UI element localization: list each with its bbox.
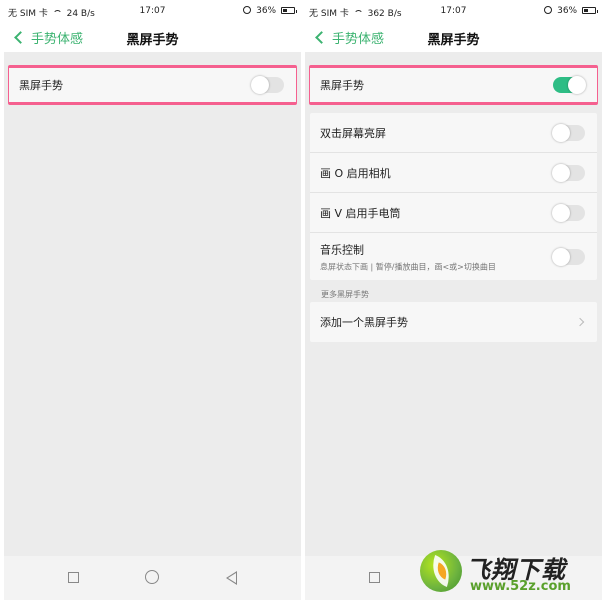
list-item-draw-v-flashlight[interactable]: 画 V 启用手电筒 [310, 193, 597, 233]
back-triangle-icon[interactable] [226, 571, 237, 585]
add-gesture-label: 添加一个黑屏手势 [320, 316, 408, 329]
list-item-double-tap-wake[interactable]: 双击屏幕亮屏 [310, 113, 597, 153]
draw-v-flashlight-switch[interactable] [552, 203, 585, 222]
site-watermark: 飞翔下载 www.52z.com [418, 548, 598, 596]
page-title: 黑屏手势 [427, 33, 480, 48]
battery-percent: 36% [256, 6, 277, 16]
status-bar: 无 SIM 卡 362 B/s 17:07 36% [305, 0, 602, 22]
leaf-logo-icon [420, 550, 462, 592]
gesture-description: 息屏状态下画 | 暂停/播放曲目，画<或>切换曲目 [320, 262, 496, 271]
location-icon [544, 6, 553, 14]
gesture-label: 画 V 启用手电筒 [320, 206, 401, 220]
battery-icon [281, 7, 297, 14]
battery-icon [582, 7, 598, 14]
recents-square-icon[interactable] [369, 572, 380, 583]
watermark-url: www.52z.com [470, 579, 571, 594]
master-toggle-label: 黑屏手势 [19, 79, 63, 92]
double-tap-wake-switch[interactable] [552, 123, 585, 142]
app-header: 手势体感 黑屏手势 [4, 22, 301, 52]
list-item-music-control[interactable]: 音乐控制 息屏状态下画 | 暂停/播放曲目，画<或>切换曲目 [310, 233, 597, 280]
app-header: 手势体感 黑屏手势 [305, 22, 602, 52]
left-screen: 无 SIM 卡 24 B/s 17:07 36% 手势体感 黑屏手势 黑屏手势 [4, 0, 301, 600]
recents-square-icon[interactable] [68, 572, 79, 583]
system-navigation-bar [4, 556, 301, 600]
right-screen: 无 SIM 卡 362 B/s 17:07 36% 手势体感 黑屏手势 黑屏手势… [305, 0, 602, 600]
draw-o-camera-switch[interactable] [552, 163, 585, 182]
battery-percent: 36% [557, 6, 578, 16]
section-header-more-gestures: 更多黑屏手势 [321, 290, 369, 299]
master-toggle-row[interactable]: 黑屏手势 [9, 68, 296, 102]
gesture-list: 双击屏幕亮屏 画 O 启用相机 画 V 启用手电筒 音乐控制 息屏状态下画 | … [310, 113, 597, 280]
gesture-label: 双击屏幕亮屏 [320, 126, 386, 140]
list-item-draw-o-camera[interactable]: 画 O 启用相机 [310, 153, 597, 193]
master-toggle-switch[interactable] [553, 76, 586, 94]
gesture-label: 画 O 启用相机 [320, 166, 391, 180]
add-gesture-card: 添加一个黑屏手势 [310, 302, 597, 342]
master-toggle-switch[interactable] [251, 76, 284, 94]
add-gesture-row[interactable]: 添加一个黑屏手势 [310, 302, 597, 342]
status-bar: 无 SIM 卡 24 B/s 17:07 36% [4, 0, 301, 22]
chevron-right-icon [575, 317, 585, 327]
page-title: 黑屏手势 [126, 33, 179, 48]
location-icon [243, 6, 252, 14]
master-toggle-row[interactable]: 黑屏手势 [310, 68, 597, 102]
gesture-label: 音乐控制 [320, 243, 364, 256]
music-control-switch[interactable] [552, 247, 585, 266]
master-toggle-label: 黑屏手势 [320, 79, 364, 92]
home-circle-icon[interactable] [145, 570, 159, 584]
